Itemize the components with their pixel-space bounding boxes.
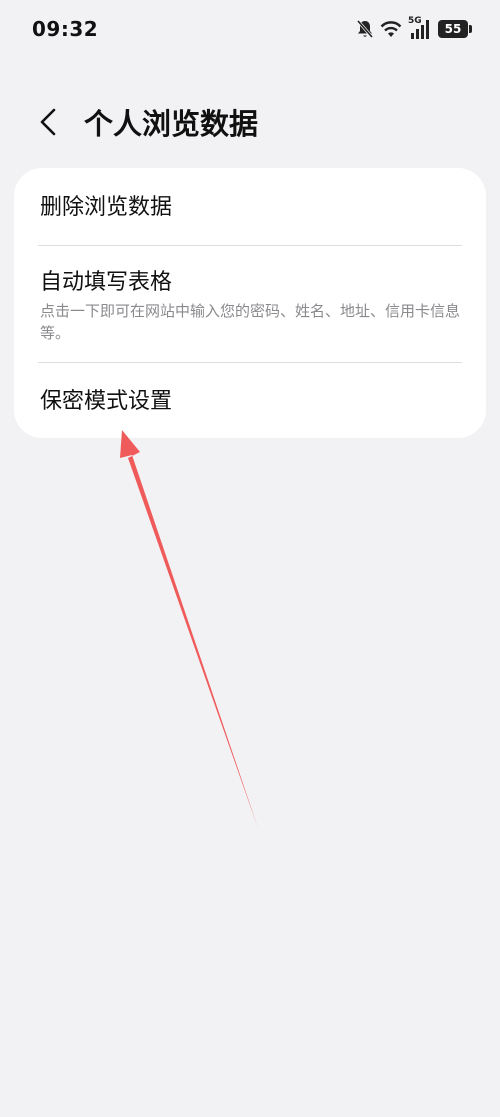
- battery-icon: 55: [438, 20, 468, 38]
- annotation-arrow-shape: [120, 430, 258, 828]
- back-button[interactable]: [30, 104, 66, 144]
- status-bar: 09:32 5G 55: [0, 0, 500, 60]
- battery-tip: [469, 25, 472, 33]
- settings-item-title: 自动填写表格: [40, 270, 173, 295]
- settings-item-title: 删除浏览数据: [40, 195, 173, 220]
- settings-card: 删除浏览数据 自动填写表格 点击一下即可在网站中输入您的密码、姓名、地址、信用卡…: [14, 168, 486, 438]
- status-time: 09:32: [32, 17, 99, 41]
- settings-item-autofill-forms[interactable]: 自动填写表格 点击一下即可在网站中输入您的密码、姓名、地址、信用卡信息等。: [14, 246, 486, 362]
- cellular-signal-icon: 5G: [408, 16, 432, 40]
- settings-item-title: 保密模式设置: [40, 389, 173, 414]
- wifi-icon: [380, 20, 402, 38]
- network-type-label: 5G: [408, 16, 422, 26]
- settings-item-secret-mode-settings[interactable]: 保密模式设置: [14, 363, 486, 438]
- app-header: 个人浏览数据: [0, 96, 500, 152]
- mute-bell-icon: [356, 19, 374, 39]
- battery-level: 55: [444, 22, 462, 36]
- page-title: 个人浏览数据: [84, 107, 259, 141]
- status-icons: 5G 55: [356, 16, 472, 42]
- settings-item-description: 点击一下即可在网站中输入您的密码、姓名、地址、信用卡信息等。: [40, 302, 461, 342]
- chevron-left-icon: [39, 107, 57, 141]
- settings-item-delete-browsing-data[interactable]: 删除浏览数据: [14, 168, 486, 245]
